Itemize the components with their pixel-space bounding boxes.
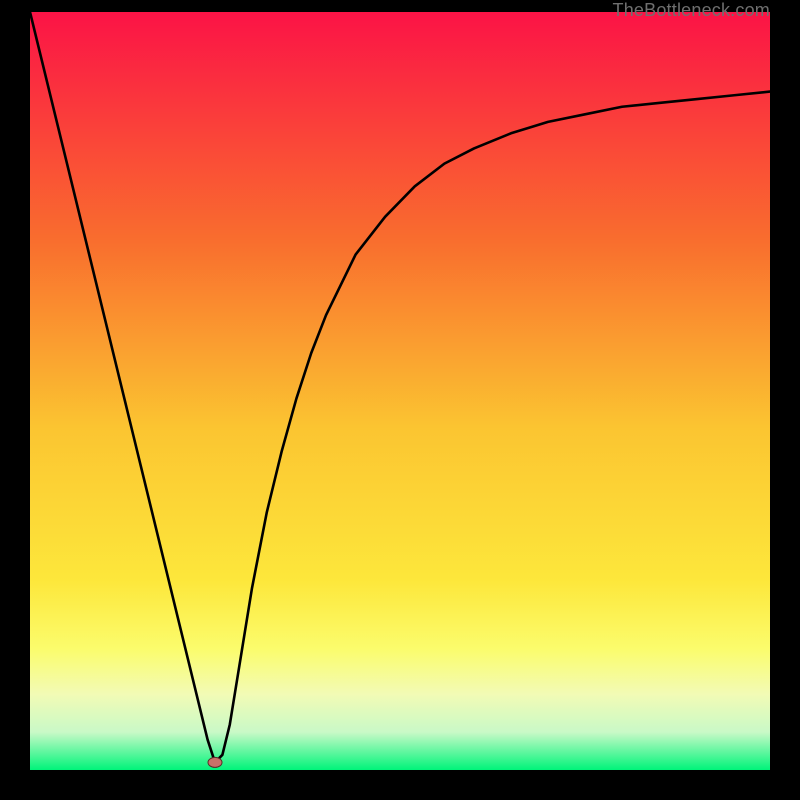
plot-area — [30, 12, 770, 770]
bottleneck-curve — [30, 12, 770, 770]
chart-canvas: TheBottleneck.com — [0, 0, 800, 800]
optimal-point-marker — [208, 757, 222, 767]
watermark-text: TheBottleneck.com — [613, 0, 770, 21]
